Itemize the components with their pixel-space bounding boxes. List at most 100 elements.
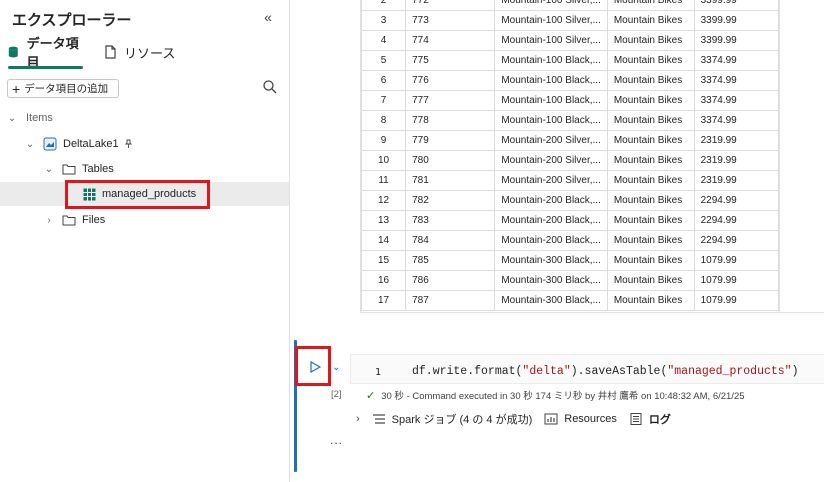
table-cell[interactable]: 3374.99 bbox=[693, 70, 779, 91]
table-cell[interactable]: 779 bbox=[405, 130, 496, 151]
table-cell[interactable]: 785 bbox=[405, 250, 496, 271]
table-cell[interactable]: 774 bbox=[405, 30, 496, 51]
table-cell[interactable]: 1079.99 bbox=[693, 250, 779, 271]
table-cell[interactable]: 3374.99 bbox=[693, 90, 779, 111]
spark-jobs-toggle[interactable]: Spark ジョブ (4 の 4 が成功) bbox=[372, 411, 532, 427]
table-cell[interactable]: 3 bbox=[361, 10, 407, 31]
table-cell[interactable]: Mountain Bikes bbox=[606, 10, 695, 31]
table-cell[interactable]: Mountain-300 Black,... bbox=[494, 290, 608, 311]
table-cell[interactable]: Mountain-200 Black,... bbox=[494, 230, 608, 251]
table-cell[interactable]: 772 bbox=[405, 0, 496, 11]
table-cell[interactable]: Mountain Bikes bbox=[606, 110, 695, 131]
table-cell[interactable]: Mountain Bikes bbox=[606, 90, 695, 111]
table-cell[interactable]: Mountain Bikes bbox=[606, 230, 695, 251]
table-cell[interactable]: 780 bbox=[405, 150, 496, 171]
table-cell[interactable]: 12 bbox=[361, 190, 407, 211]
table-cell[interactable]: 10 bbox=[361, 150, 407, 171]
table-cell[interactable]: Mountain-100 Black,... bbox=[494, 70, 608, 91]
add-data-item-button[interactable]: + データ項目の追加 bbox=[7, 79, 119, 98]
table-cell[interactable]: 2294.99 bbox=[693, 230, 779, 251]
table-cell[interactable]: 7 bbox=[361, 90, 407, 111]
table-cell[interactable]: Mountain-100 Silver,... bbox=[494, 10, 608, 31]
table-cell[interactable]: 781 bbox=[405, 170, 496, 191]
tab-data-items[interactable]: データ項目 bbox=[7, 36, 85, 70]
table-cell[interactable]: 2 bbox=[361, 0, 407, 11]
table-cell[interactable]: 3399.99 bbox=[693, 0, 779, 11]
table-cell[interactable]: 3399.99 bbox=[693, 10, 779, 31]
items-label: Items bbox=[26, 112, 53, 124]
table-cell[interactable]: Mountain Bikes bbox=[606, 250, 695, 271]
search-icon[interactable] bbox=[262, 79, 278, 95]
table-cell[interactable]: 2319.99 bbox=[693, 170, 779, 191]
table-cell[interactable]: 17 bbox=[361, 290, 407, 311]
tree-item-files[interactable]: › Files bbox=[0, 208, 289, 232]
more-options-icon[interactable]: ... bbox=[330, 433, 343, 447]
table-cell[interactable]: Mountain-100 Silver,... bbox=[494, 30, 608, 51]
table-cell[interactable]: 3374.99 bbox=[693, 110, 779, 131]
table-cell[interactable]: Mountain Bikes bbox=[606, 50, 695, 71]
table-cell[interactable]: 2294.99 bbox=[693, 190, 779, 211]
table-cell[interactable]: Mountain Bikes bbox=[606, 130, 695, 151]
table-cell[interactable]: Mountain-200 Black,... bbox=[494, 210, 608, 231]
pin-icon[interactable] bbox=[123, 139, 133, 149]
run-cell-button[interactable] bbox=[303, 355, 327, 379]
table-cell[interactable]: Mountain Bikes bbox=[606, 210, 695, 231]
table-cell[interactable]: 13 bbox=[361, 210, 407, 231]
table-cell[interactable]: Mountain Bikes bbox=[606, 30, 695, 51]
table-cell[interactable]: 14 bbox=[361, 230, 407, 251]
table-cell[interactable]: Mountain Bikes bbox=[606, 290, 695, 311]
table-cell[interactable]: Mountain-200 Silver,... bbox=[494, 150, 608, 171]
table-cell[interactable]: 1079.99 bbox=[693, 270, 779, 291]
table-cell[interactable]: Mountain-300 Black,... bbox=[494, 270, 608, 291]
code-line[interactable]: df.write.format("delta").saveAsTable("ma… bbox=[412, 365, 799, 378]
table-cell[interactable]: 777 bbox=[405, 90, 496, 111]
table-cell[interactable]: 782 bbox=[405, 190, 496, 211]
table-cell[interactable]: 778 bbox=[405, 110, 496, 131]
table-cell[interactable]: 776 bbox=[405, 70, 496, 91]
table-cell[interactable]: Mountain Bikes bbox=[606, 0, 695, 11]
table-cell[interactable]: Mountain-200 Silver,... bbox=[494, 130, 608, 151]
chevron-right-icon[interactable]: › bbox=[356, 413, 360, 425]
table-cell[interactable]: Mountain-200 Silver,... bbox=[494, 170, 608, 191]
table-cell[interactable]: Mountain Bikes bbox=[606, 270, 695, 291]
table-cell[interactable]: 5 bbox=[361, 50, 407, 71]
table-cell[interactable]: 2319.99 bbox=[693, 150, 779, 171]
table-cell[interactable]: Mountain-200 Black,... bbox=[494, 190, 608, 211]
table-cell[interactable]: 775 bbox=[405, 50, 496, 71]
table-cell[interactable]: Mountain Bikes bbox=[606, 70, 695, 91]
tree-item-lakehouse[interactable]: ⌄ DeltaLake1 bbox=[0, 132, 289, 156]
table-cell[interactable]: Mountain Bikes bbox=[606, 170, 695, 191]
table-cell[interactable]: 9 bbox=[361, 130, 407, 151]
table-cell[interactable]: Mountain-100 Silver,... bbox=[494, 0, 608, 11]
table-cell[interactable]: 8 bbox=[361, 110, 407, 131]
table-cell[interactable]: Mountain-300 Black,... bbox=[494, 250, 608, 271]
table-cell[interactable]: 784 bbox=[405, 230, 496, 251]
table-cell[interactable]: 783 bbox=[405, 210, 496, 231]
table-cell[interactable]: 6 bbox=[361, 70, 407, 91]
table-cell[interactable]: 3374.99 bbox=[693, 50, 779, 71]
table-cell[interactable]: 3399.99 bbox=[693, 30, 779, 51]
tree-items-header[interactable]: ⌄ Items bbox=[0, 106, 289, 130]
table-cell[interactable]: 4 bbox=[361, 30, 407, 51]
table-cell[interactable]: 2294.99 bbox=[693, 210, 779, 231]
table-cell[interactable]: Mountain Bikes bbox=[606, 150, 695, 171]
table-cell[interactable]: 11 bbox=[361, 170, 407, 191]
table-cell[interactable]: Mountain-100 Black,... bbox=[494, 110, 608, 131]
table-cell[interactable]: 2319.99 bbox=[693, 130, 779, 151]
tab-resources[interactable]: リソース bbox=[103, 36, 183, 68]
collapse-panel-icon[interactable]: « bbox=[260, 9, 276, 25]
tree-item-managed-products[interactable]: managed_products bbox=[0, 182, 289, 206]
table-cell[interactable]: 773 bbox=[405, 10, 496, 31]
table-cell[interactable]: 786 bbox=[405, 270, 496, 291]
table-cell[interactable]: Mountain Bikes bbox=[606, 190, 695, 211]
resources-button[interactable]: Resources bbox=[544, 413, 617, 425]
table-cell[interactable]: 1079.99 bbox=[693, 290, 779, 311]
tree-item-tables[interactable]: ⌄ Tables bbox=[0, 157, 289, 181]
table-cell[interactable]: 787 bbox=[405, 290, 496, 311]
table-cell[interactable]: 16 bbox=[361, 270, 407, 291]
collapse-cell-icon[interactable]: ⌄ bbox=[332, 362, 344, 374]
table-cell[interactable]: Mountain-100 Black,... bbox=[494, 90, 608, 111]
table-cell[interactable]: 15 bbox=[361, 250, 407, 271]
table-cell[interactable]: Mountain-100 Black,... bbox=[494, 50, 608, 71]
log-button[interactable]: ログ bbox=[629, 411, 671, 427]
